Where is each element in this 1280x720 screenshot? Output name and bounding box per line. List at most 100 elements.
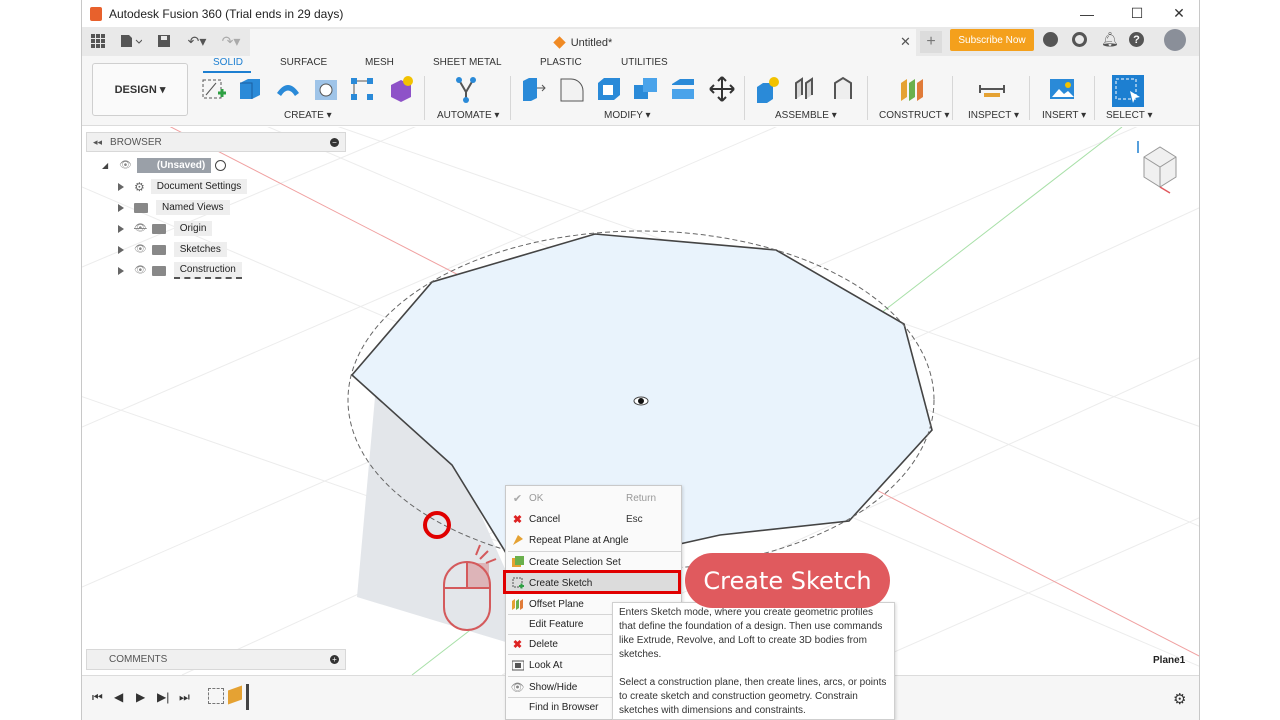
toolbar-separator [424,76,425,120]
add-comment-icon[interactable]: + [330,655,339,664]
measure-tool-icon[interactable] [978,75,1006,103]
menu-label: Show/Hide [529,681,578,693]
group-inspect[interactable]: INSPECT ▾ [968,110,1019,121]
browser-root-row[interactable]: ◢ 👁︎ (Unsaved) [102,157,227,174]
plane-angle-icon [511,534,524,547]
expand-tri-icon[interactable] [118,182,124,191]
group-select[interactable]: SELECT ▾ [1106,110,1153,121]
activate-radio-icon[interactable] [215,160,227,171]
visibility-eye-icon[interactable]: 👁︎ [134,265,147,276]
undo-icon[interactable]: ↶▾ [184,31,210,51]
go-to-start-icon[interactable]: ⏮ [92,690,103,705]
play-icon[interactable]: ▶ [136,690,145,704]
rectangular-pattern-tool-icon[interactable] [348,75,376,103]
maximize-button[interactable]: ☐ [1115,0,1159,27]
expand-tri-icon[interactable] [118,224,124,233]
expand-tri-icon[interactable] [118,203,124,212]
expand-tri-icon[interactable] [118,266,124,275]
minimize-button[interactable]: — [1065,0,1109,27]
timeline-marker[interactable] [246,684,249,710]
menu-label: Offset Plane [529,598,584,610]
press-pull-tool-icon[interactable] [519,75,547,103]
timeline-plane-feature-icon[interactable] [228,685,242,705]
step-back-icon[interactable]: ◀ [114,690,123,704]
tab-utilities[interactable]: UTILITIES [621,57,668,68]
collapse-tri-icon[interactable]: ◢ [102,161,108,170]
group-automate[interactable]: AUTOMATE ▾ [437,110,499,121]
browser-options-icon[interactable]: − [330,137,339,147]
offset-plane-tool-icon[interactable] [897,75,925,103]
toolbar-separator [510,76,511,120]
collapse-panel-icon[interactable]: ◂◂ [93,137,102,148]
menu-item-ok[interactable]: ✔ OK Return [506,488,681,508]
job-status-icon[interactable] [1072,32,1087,47]
tab-mesh[interactable]: MESH [365,57,394,68]
new-component-tool-icon[interactable] [754,75,782,103]
group-insert[interactable]: INSERT ▾ [1042,110,1086,121]
timeline-sketch-feature-icon[interactable] [208,688,224,704]
create-sketch-highlight-box [503,570,681,594]
selection-set-icon [511,556,524,569]
new-tab-button[interactable]: + [920,31,942,53]
expand-tri-icon[interactable] [118,245,124,254]
create-sketch-tool-icon[interactable] [200,75,228,103]
hole-tool-icon[interactable] [312,75,340,103]
go-to-end-icon[interactable]: ⏭ [179,690,190,705]
subscribe-now-button[interactable]: Subscribe Now [950,29,1034,51]
automate-tool-icon[interactable] [452,75,480,103]
notifications-bell-icon[interactable]: 🔔︎ [1101,31,1119,48]
visibility-eye-icon[interactable]: 👁︎ [134,244,147,255]
menu-item-cancel[interactable]: ✖ Cancel Esc [506,509,681,529]
folder-icon [134,202,148,213]
split-body-tool-icon[interactable] [669,75,697,103]
workspace-switcher[interactable]: DESIGN ▾ [92,63,188,116]
form-tool-icon[interactable] [387,75,415,103]
move-copy-tool-icon[interactable] [708,75,736,103]
as-built-joint-tool-icon[interactable] [829,75,857,103]
close-tab-icon[interactable]: ✕ [900,34,911,50]
view-cube[interactable] [1134,137,1186,197]
file-menu-icon[interactable] [118,31,144,51]
shell-tool-icon[interactable] [595,75,623,103]
revolve-tool-icon[interactable] [274,75,302,103]
tab-solid[interactable]: SOLID [213,57,243,68]
group-construct[interactable]: CONSTRUCT ▾ [879,110,949,121]
redo-icon[interactable]: ↷▾ [218,31,244,51]
step-forward-icon[interactable]: ▶| [157,690,169,704]
fillet-tool-icon[interactable] [557,75,585,103]
timeline-settings-gear-icon[interactable]: ⚙ [1173,690,1186,708]
data-panel-grid-icon[interactable] [90,31,106,51]
browser-panel-header[interactable]: ◂◂ BROWSER − [86,132,346,152]
document-tab[interactable]: Untitled* [250,29,916,56]
browser-title: BROWSER [110,136,162,148]
extensions-icon[interactable] [1043,32,1058,47]
combine-tool-icon[interactable] [632,75,660,103]
browser-item-sketches[interactable]: 👁︎ Sketches [118,241,227,258]
joint-tool-icon[interactable] [792,75,820,103]
browser-item-named-views[interactable]: Named Views [118,199,230,216]
save-icon[interactable] [156,31,172,51]
menu-item-create-selection-set[interactable]: Create Selection Set [506,552,681,572]
group-modify[interactable]: MODIFY ▾ [604,110,651,121]
help-icon[interactable]: ? [1129,32,1144,47]
tab-surface[interactable]: SURFACE [280,57,327,68]
tab-plastic[interactable]: PLASTIC [540,57,582,68]
hidden-eye-icon[interactable]: 👁︎ [134,223,147,234]
insert-image-tool-icon[interactable] [1048,75,1076,103]
browser-item-construction[interactable]: 👁︎ Construction [118,262,242,279]
extrude-tool-icon[interactable] [236,75,264,103]
select-tool-icon[interactable] [1112,75,1144,107]
menu-label: OK [529,492,544,504]
close-button[interactable]: ✕ [1157,0,1199,27]
group-assemble[interactable]: ASSEMBLE ▾ [775,110,837,121]
menu-label: Look At [529,659,563,671]
menu-item-repeat-plane-at-angle[interactable]: Repeat Plane at Angle [506,530,681,550]
browser-item-document-settings[interactable]: ⚙ Document Settings [118,178,248,195]
group-create[interactable]: CREATE ▾ [284,110,332,121]
user-avatar[interactable] [1164,29,1186,51]
visibility-eye-icon[interactable]: 👁︎ [119,160,132,171]
browser-item-origin[interactable]: 👁︎ Origin [118,220,213,237]
tooltip-description: Enters Sketch mode, where you create geo… [619,607,883,660]
tab-sheet-metal[interactable]: SHEET METAL [433,57,502,68]
comments-panel-header[interactable]: COMMENTS + [86,649,346,670]
